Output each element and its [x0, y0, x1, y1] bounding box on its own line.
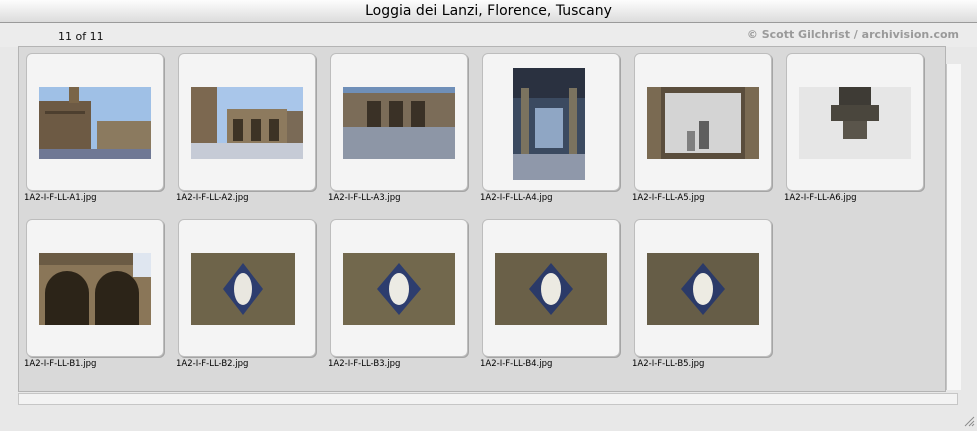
photo-virtue-relief-1[interactable] [191, 253, 295, 325]
thumbnail-a4[interactable]: 1A2-I-F-LL-A4.jpg [480, 53, 622, 211]
thumbnail-b4[interactable]: 1A2-I-F-LL-B4.jpg [480, 219, 622, 377]
photo-virtue-relief-4[interactable] [647, 253, 759, 325]
resize-grip-icon[interactable] [963, 412, 975, 427]
thumbnail-b2[interactable]: 1A2-I-F-LL-B2.jpg [176, 219, 318, 377]
thumbnail-a6[interactable]: 1A2-I-F-LL-A6.jpg [784, 53, 926, 211]
photo-loggia-interior[interactable] [513, 68, 585, 180]
photo-capital-detail[interactable] [799, 87, 911, 159]
thumbnail-filename: 1A2-I-F-LL-B2.jpg [176, 359, 249, 369]
thumbnail-filename: 1A2-I-F-LL-A4.jpg [480, 193, 553, 203]
thumbnail-filename: 1A2-I-F-LL-B3.jpg [328, 359, 401, 369]
thumbnail-filename: 1A2-I-F-LL-A5.jpg [632, 193, 705, 203]
image-count: 11 of 11 [58, 30, 104, 43]
photo-virtue-relief-3[interactable] [495, 253, 607, 325]
photo-loggia-arches[interactable] [39, 253, 151, 325]
window-title: Loggia dei Lanzi, Florence, Tuscany [0, 0, 977, 23]
photo-statue-hall[interactable] [647, 87, 759, 159]
thumbnail-b5[interactable]: 1A2-I-F-LL-B5.jpg [632, 219, 774, 377]
photo-piazza-wide[interactable] [343, 87, 455, 159]
photo-virtue-relief-2[interactable] [343, 253, 455, 325]
vertical-scrollbar[interactable] [946, 64, 961, 390]
thumbnail-filename: 1A2-I-F-LL-A1.jpg [24, 193, 97, 203]
copyright-credit: © Scott Gilchrist / archivision.com [746, 28, 959, 41]
horizontal-scrollbar[interactable] [18, 393, 958, 405]
thumbnail-filename: 1A2-I-F-LL-B4.jpg [480, 359, 553, 369]
thumbnail-a2[interactable]: 1A2-I-F-LL-A2.jpg [176, 53, 318, 211]
thumbnail-filename: 1A2-I-F-LL-A2.jpg [176, 193, 249, 203]
thumbnail-filename: 1A2-I-F-LL-B5.jpg [632, 359, 705, 369]
thumbnail-a1[interactable]: 1A2-I-F-LL-A1.jpg [24, 53, 166, 211]
thumbnail-b1[interactable]: 1A2-I-F-LL-B1.jpg [24, 219, 166, 377]
thumbnail-a5[interactable]: 1A2-I-F-LL-A5.jpg [632, 53, 774, 211]
thumbnail-a3[interactable]: 1A2-I-F-LL-A3.jpg [328, 53, 470, 211]
photo-loggia-square[interactable] [191, 87, 303, 159]
thumbnail-filename: 1A2-I-F-LL-A3.jpg [328, 193, 401, 203]
thumbnail-filename: 1A2-I-F-LL-A6.jpg [784, 193, 857, 203]
photo-palazzo-vecchio[interactable] [39, 87, 151, 159]
thumbnail-filename: 1A2-I-F-LL-B1.jpg [24, 359, 97, 369]
thumbnail-b3[interactable]: 1A2-I-F-LL-B3.jpg [328, 219, 470, 377]
